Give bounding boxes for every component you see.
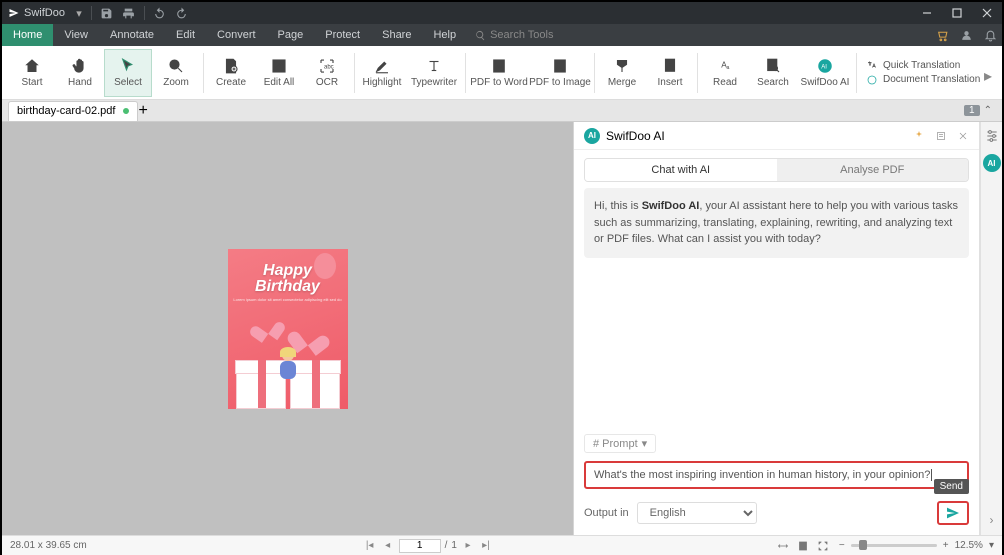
send-tooltip: Send [934, 479, 969, 494]
page-number-input[interactable] [399, 539, 441, 553]
zoom-in-button[interactable]: + [943, 540, 949, 551]
new-tab-button[interactable]: + [138, 102, 147, 120]
tab-chat-with-ai[interactable]: Chat with AI [585, 159, 777, 181]
svg-text:a: a [727, 65, 730, 71]
app-logo: SwifDoo [2, 7, 71, 19]
document-tab[interactable]: birthday-card-02.pdf [8, 101, 138, 121]
ribbon: Start Hand Select Zoom Create Edit All a… [2, 46, 1002, 100]
fullscreen-icon[interactable] [817, 540, 829, 552]
ribbon-start[interactable]: Start [8, 49, 56, 97]
save-icon[interactable] [96, 2, 118, 24]
ribbon-pdf-to-word[interactable]: WPDF to Word [469, 49, 529, 97]
ribbon-create[interactable]: Create [207, 49, 255, 97]
menu-protect[interactable]: Protect [314, 24, 371, 46]
ai-panel: AI SwifDoo AI Chat with AI Analyse PDF H… [574, 122, 980, 535]
undo-icon[interactable] [149, 2, 171, 24]
fit-page-icon[interactable] [797, 540, 809, 552]
settings-sliders-icon[interactable] [984, 128, 1000, 144]
right-toolstrip: AI › [980, 122, 1002, 535]
ribbon-editall[interactable]: Edit All [255, 49, 303, 97]
ribbon-highlight[interactable]: Highlight [358, 49, 406, 97]
prev-page-button[interactable]: ◂ [381, 539, 395, 553]
search-tools[interactable]: Search Tools [467, 29, 561, 41]
menu-share[interactable]: Share [371, 24, 422, 46]
document-translation-button[interactable]: Document Translation [866, 74, 980, 86]
ribbon-insert[interactable]: Insert [646, 49, 694, 97]
ai-greeting: Hi, this is SwifDoo AI, your AI assistan… [584, 188, 969, 258]
ribbon-pdf-to-image[interactable]: PDF to Image [529, 49, 591, 97]
menu-edit[interactable]: Edit [165, 24, 206, 46]
status-bar: 28.01 x 39.65 cm |◂ ◂ / 1 ▸ ▸| − + 12.5%… [2, 535, 1002, 555]
ribbon-overflow-icon[interactable]: ▸ [984, 66, 998, 80]
titlebar: SwifDoo ▾ [2, 2, 1002, 24]
maximize-button[interactable] [942, 2, 972, 24]
ribbon-select[interactable]: Select [104, 49, 152, 97]
prompt-dropdown[interactable]: # Prompt▾ [584, 434, 656, 453]
ribbon-swifdoo-ai[interactable]: AISwifDoo AI [797, 49, 853, 97]
ribbon-zoom[interactable]: Zoom [152, 49, 200, 97]
minimize-button[interactable] [912, 2, 942, 24]
zoom-chevron-icon[interactable]: ▾ [989, 540, 994, 551]
menu-view[interactable]: View [53, 24, 99, 46]
ribbon-translation-group: Quick Translation Document Translation [860, 49, 986, 97]
next-page-button[interactable]: ▸ [461, 539, 475, 553]
fit-width-icon[interactable] [777, 540, 789, 552]
ai-input-field[interactable]: What's the most inspiring invention in h… [584, 461, 969, 489]
document-tabs: birthday-card-02.pdf + 1 ⌃ [2, 100, 1002, 122]
collapse-ribbon-icon[interactable]: ⌃ [984, 105, 992, 116]
ai-badge-icon: AI [584, 128, 600, 144]
ai-panel-title: SwifDoo AI [606, 129, 665, 143]
ribbon-ocr[interactable]: abcOCR [303, 49, 351, 97]
ai-sidebar-icon[interactable]: AI [983, 154, 1001, 172]
last-page-button[interactable]: ▸| [479, 539, 493, 553]
svg-text:abc: abc [324, 64, 334, 70]
page-total: 1 [451, 540, 457, 551]
svg-text:AI: AI [821, 64, 827, 70]
app-menu-chevron-icon[interactable]: ▾ [71, 7, 87, 20]
ribbon-typewriter[interactable]: Typewriter [406, 49, 462, 97]
output-in-label: Output in [584, 507, 629, 519]
document-canvas[interactable]: HappyBirthday Lorem ipsum dolor sit amet… [2, 122, 574, 535]
ai-mode-tabs: Chat with AI Analyse PDF [584, 158, 969, 182]
first-page-button[interactable]: |◂ [363, 539, 377, 553]
menu-annotate[interactable]: Annotate [99, 24, 165, 46]
bell-icon[interactable] [978, 24, 1002, 46]
pdf-page-thumbnail: HappyBirthday Lorem ipsum dolor sit amet… [228, 249, 348, 409]
unsaved-dot-icon [123, 108, 129, 114]
close-button[interactable] [972, 2, 1002, 24]
sparkle-icon[interactable] [913, 130, 925, 142]
user-icon[interactable] [954, 24, 978, 46]
quick-translation-button[interactable]: Quick Translation [866, 60, 980, 72]
zoom-slider[interactable] [851, 544, 937, 547]
close-panel-icon[interactable] [957, 130, 969, 142]
page-dimensions: 28.01 x 39.65 cm [10, 540, 87, 551]
tab-count-badge: 1 [964, 105, 980, 116]
menu-help[interactable]: Help [422, 24, 467, 46]
send-button[interactable] [937, 501, 969, 525]
document-filename: birthday-card-02.pdf [17, 105, 115, 117]
menu-page[interactable]: Page [267, 24, 315, 46]
language-select[interactable]: English [637, 502, 757, 524]
history-icon[interactable] [935, 130, 947, 142]
app-title: SwifDoo [24, 7, 65, 19]
zoom-out-button[interactable]: − [839, 540, 845, 551]
print-icon[interactable] [118, 2, 140, 24]
menubar: Home View Annotate Edit Convert Page Pro… [2, 24, 1002, 46]
ribbon-search[interactable]: Search [749, 49, 797, 97]
ribbon-merge[interactable]: Merge [598, 49, 646, 97]
ribbon-read[interactable]: AaRead [701, 49, 749, 97]
menu-home[interactable]: Home [2, 24, 53, 46]
zoom-level: 12.5% [955, 540, 983, 551]
ribbon-hand[interactable]: Hand [56, 49, 104, 97]
strip-chevron-icon[interactable]: › [990, 513, 994, 527]
redo-icon[interactable] [171, 2, 193, 24]
tab-analyse-pdf[interactable]: Analyse PDF [777, 159, 969, 181]
chevron-down-icon: ▾ [642, 437, 648, 450]
svg-text:W: W [497, 64, 503, 70]
menu-convert[interactable]: Convert [206, 24, 267, 46]
cart-icon[interactable] [930, 24, 954, 46]
